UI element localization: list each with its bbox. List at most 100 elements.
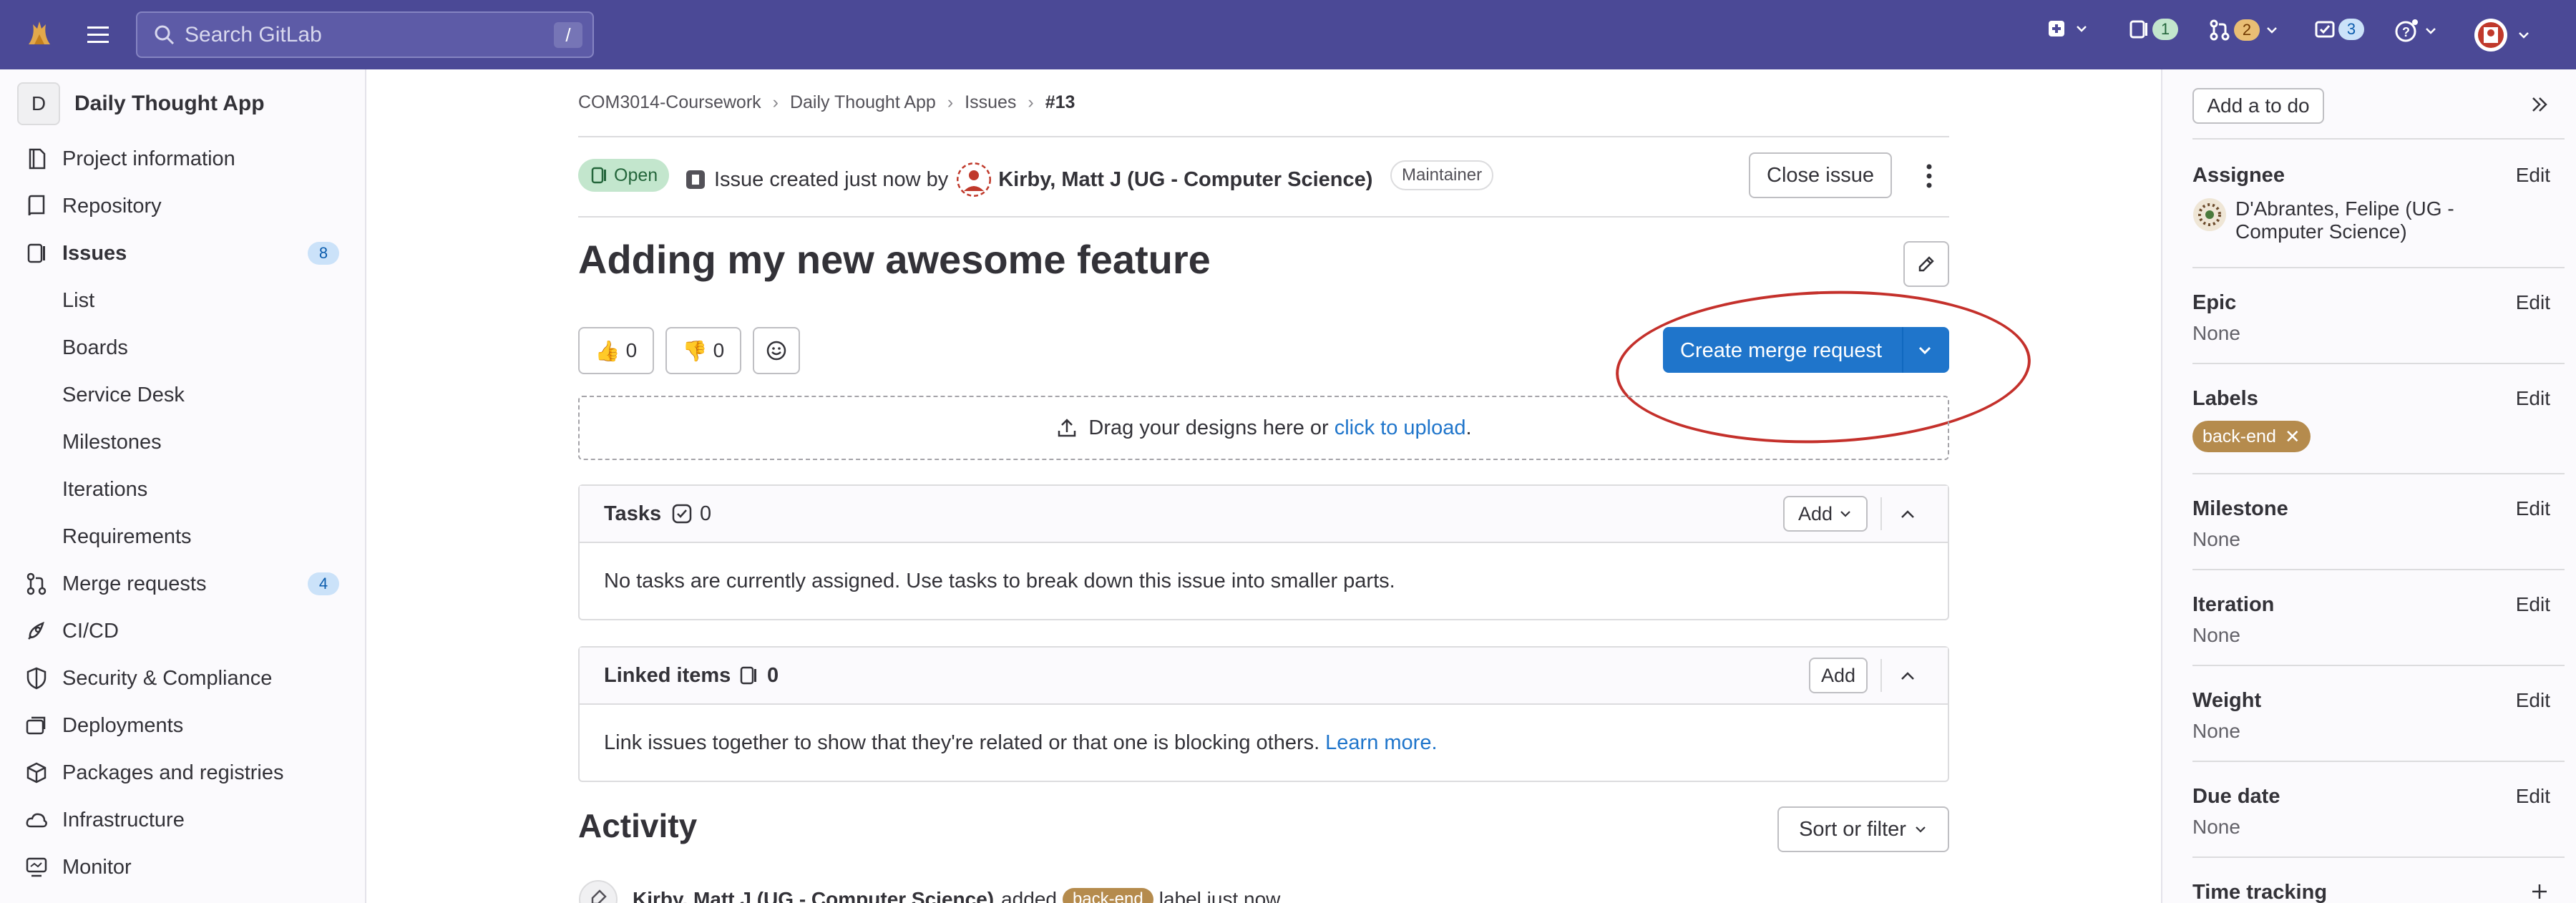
breadcrumb-current[interactable]: #13 [1045, 92, 1075, 113]
sidebar-item-label: Milestones [62, 430, 162, 454]
label-badge[interactable]: back-end ✕ [2192, 421, 2311, 452]
plus-square-icon [2049, 21, 2064, 36]
sidebar-item-security-compliance[interactable]: Security & Compliance [0, 656, 366, 701]
add-linked-item-button[interactable]: Add [1809, 658, 1868, 693]
weight-section: Weight Edit None [2192, 689, 2550, 743]
divider [2192, 138, 2565, 140]
add-todo-button[interactable]: Add a to do [2192, 88, 2324, 124]
time-tracking-title: Time tracking [2192, 881, 2328, 903]
merge-requests-button[interactable]: 2 [2208, 19, 2280, 42]
breadcrumb-item[interactable]: Issues [965, 92, 1016, 113]
labels-title: Labels [2192, 387, 2258, 410]
thumbs-down-button[interactable]: 👎 0 [665, 327, 741, 374]
thumbs-up-button[interactable]: 👍 0 [578, 327, 654, 374]
linked-items-title: Linked items [604, 663, 731, 687]
learn-more-link[interactable]: Learn more. [1325, 731, 1437, 755]
activity-action: added [1001, 888, 1057, 903]
assignee-entry[interactable]: D'Abrantes, Felipe (UG - Computer Scienc… [2192, 197, 2550, 243]
sidebar-item-merge-requests[interactable]: Merge requests 4 [0, 562, 366, 606]
breadcrumb-item[interactable]: COM3014-Coursework [578, 92, 761, 113]
sidebar-item-milestones[interactable]: Milestones [0, 420, 366, 464]
more-actions-icon[interactable] [1921, 160, 1938, 192]
sidebar-item-iterations[interactable]: Iterations [0, 467, 366, 512]
milestone-edit-button[interactable]: Edit [2516, 497, 2550, 520]
author-avatar[interactable] [957, 162, 992, 197]
sidebar-item-cicd[interactable]: CI/CD [0, 609, 366, 653]
chevron-up-icon[interactable] [1895, 502, 1921, 527]
due-date-edit-button[interactable]: Edit [2516, 785, 2550, 808]
project-header[interactable]: D Daily Thought App [17, 82, 265, 125]
search-input[interactable] [185, 22, 528, 47]
divider [578, 216, 1949, 218]
cloud-icon [26, 813, 47, 828]
sidebar-item-label: List [62, 288, 95, 312]
close-issue-button[interactable]: Close issue [1749, 152, 1892, 198]
search-box[interactable]: / [136, 11, 594, 58]
remove-label-icon[interactable]: ✕ [2285, 426, 2301, 448]
add-reaction-button[interactable] [753, 327, 800, 374]
sidebar-item-label: CI/CD [62, 619, 119, 643]
sidebar-item-monitor[interactable]: Monitor [0, 845, 366, 889]
divider [2192, 856, 2565, 858]
collapse-sidebar-icon[interactable] [2527, 92, 2552, 117]
chevron-down-icon [2267, 27, 2277, 34]
labels-edit-button[interactable]: Edit [2516, 387, 2550, 410]
sort-filter-button[interactable]: Sort or filter [1777, 806, 1949, 852]
rocket-icon [28, 621, 44, 640]
sidebar-item-service-desk[interactable]: Service Desk [0, 373, 366, 417]
sidebar-item-label: Packages and registries [62, 761, 284, 784]
package-icon [26, 762, 47, 784]
issues-icon [2129, 20, 2147, 39]
help-dropdown[interactable]: ? [2394, 19, 2439, 43]
search-shortcut-key: / [554, 22, 582, 48]
sidebar-item-label: Deployments [62, 713, 184, 737]
sidebar-item-label: Requirements [62, 524, 192, 548]
iteration-section: Iteration Edit None [2192, 593, 2550, 647]
user-menu[interactable] [2473, 17, 2532, 53]
sidebar-item-deployments[interactable]: Deployments [0, 703, 366, 748]
sidebar-item-label: Infrastructure [62, 808, 185, 831]
sidebar-item-project-information[interactable]: Project information [0, 137, 366, 181]
divider [2192, 665, 2565, 666]
chevron-up-icon[interactable] [1895, 663, 1921, 689]
milestone-section: Milestone Edit None [2192, 497, 2550, 551]
author-name[interactable]: Kirby, Matt J (UG - Computer Science) [998, 168, 1372, 192]
sidebar-item-boards[interactable]: Boards [0, 326, 366, 370]
activity-suffix: label just now [1158, 888, 1281, 903]
edit-title-button[interactable] [1903, 241, 1949, 287]
assignee-edit-button[interactable]: Edit [2516, 164, 2550, 187]
search-icon [153, 24, 176, 47]
design-dropzone[interactable]: Drag your designs here or click to uploa… [578, 396, 1949, 460]
upload-link[interactable]: click to upload [1335, 416, 1466, 440]
sidebar-item-repository[interactable]: Repository [0, 184, 366, 228]
sidebar-item-infrastructure[interactable]: Infrastructure [0, 798, 366, 842]
chevron-down-icon [2077, 26, 2087, 32]
breadcrumb-item[interactable]: Daily Thought App [790, 92, 936, 113]
issues-button[interactable]: 1 [2128, 19, 2178, 40]
menu-icon[interactable] [84, 23, 113, 47]
sidebar-item-requirements[interactable]: Requirements [0, 514, 366, 559]
tasks-empty-text: No tasks are currently assigned. Use tas… [604, 569, 1395, 592]
plus-icon[interactable] [2529, 881, 2550, 902]
activity-author[interactable]: Kirby, Matt J (UG - Computer Science) [633, 888, 994, 903]
new-item-dropdown[interactable] [2046, 19, 2089, 39]
weight-edit-button[interactable]: Edit [2516, 689, 2550, 712]
sidebar-item-packages-registries[interactable]: Packages and registries [0, 751, 366, 795]
epic-edit-button[interactable]: Edit [2516, 291, 2550, 314]
help-icon: ? [2395, 19, 2418, 42]
todos-button[interactable]: 3 [2314, 19, 2364, 40]
activity-label-badge[interactable]: back-end [1062, 888, 1153, 903]
gitlab-logo-icon[interactable] [23, 17, 56, 50]
sidebar-item-label: Monitor [62, 855, 132, 879]
iteration-edit-button[interactable]: Edit [2516, 593, 2550, 616]
sidebar-item-list[interactable]: List [0, 278, 366, 323]
divider [2192, 473, 2565, 474]
tasks-card: Tasks 0 Add No tasks are currently assig… [578, 484, 1949, 620]
add-task-button[interactable]: Add [1783, 496, 1868, 532]
project-information-icon [29, 148, 46, 170]
sidebar-item-issues[interactable]: Issues 8 [0, 231, 366, 275]
thumbs-up-icon: 👍 [595, 339, 620, 362]
status-text: Open [614, 165, 658, 185]
tasks-title: Tasks [604, 502, 662, 525]
epic-section: Epic Edit None [2192, 291, 2550, 345]
